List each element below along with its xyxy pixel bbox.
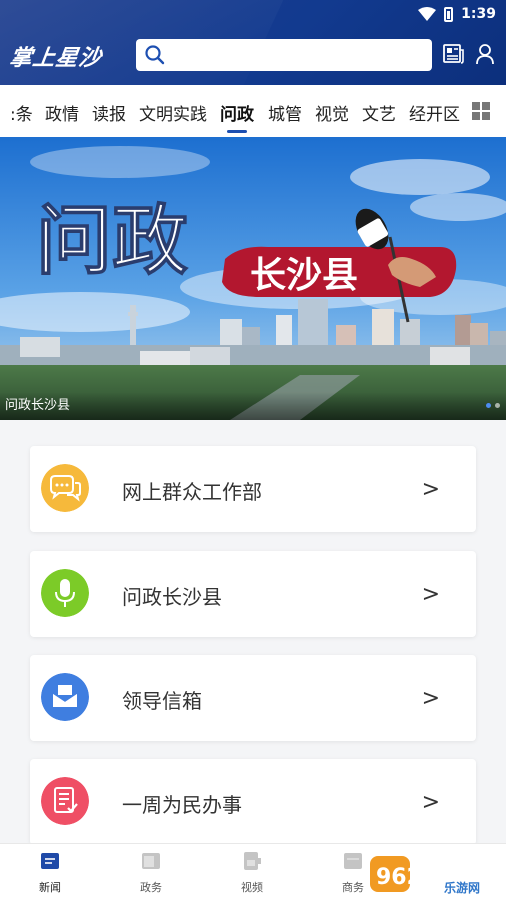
tab-dubao[interactable]: 读报 bbox=[92, 100, 126, 125]
grid-menu-icon[interactable] bbox=[472, 102, 490, 120]
video-icon bbox=[244, 852, 261, 870]
battery-icon bbox=[444, 6, 454, 22]
folder-icon bbox=[142, 853, 160, 869]
tab-toutiao[interactable]: :条 bbox=[10, 100, 33, 125]
card-label: 一周为民办事 bbox=[122, 793, 242, 817]
status-bar: 1:39 bbox=[418, 4, 496, 24]
shop-icon bbox=[344, 853, 362, 869]
banner-image: 问政 长沙县 bbox=[0, 137, 506, 420]
tab-wenming-shijian[interactable]: 文明实践 bbox=[139, 100, 207, 125]
tab-wenyi[interactable]: 文艺 bbox=[362, 100, 396, 125]
banner-title-main: 问政 bbox=[36, 196, 188, 285]
card-label: 网上群众工作部 bbox=[122, 480, 262, 504]
chevron-right-icon: > bbox=[421, 686, 440, 711]
tab-wenzheng[interactable]: 问政 bbox=[220, 100, 254, 125]
card-wenzheng-changsha[interactable]: 问政长沙县 > bbox=[30, 551, 476, 637]
tab-chengguan[interactable]: 城管 bbox=[268, 100, 302, 125]
app-screen: 1:39 掌上星沙 :条 政情 读报 文明实践 问政 城管 视觉 文艺 经开区 … bbox=[0, 0, 506, 899]
active-tab-indicator bbox=[227, 130, 247, 133]
nav-item-video[interactable]: 视频 bbox=[227, 851, 277, 895]
banner-title-sub: 长沙县 bbox=[250, 255, 358, 296]
document-check-icon bbox=[41, 777, 89, 825]
app-header: 1:39 掌上星沙 bbox=[0, 0, 506, 85]
status-time: 1:39 bbox=[461, 6, 496, 22]
tab-zhengqing[interactable]: 政情 bbox=[45, 100, 79, 125]
microphone-icon bbox=[41, 569, 89, 617]
nav-item-news[interactable]: 新闻 bbox=[25, 851, 75, 895]
tab-jingkaiqu[interactable]: 经开区 bbox=[409, 100, 460, 125]
news-icon bbox=[41, 853, 59, 869]
newspaper-icon[interactable] bbox=[441, 42, 465, 66]
carousel-dots bbox=[486, 403, 500, 408]
search-icon bbox=[145, 45, 165, 65]
card-leader-mailbox[interactable]: 领导信箱 > bbox=[30, 655, 476, 741]
card-weekly-service[interactable]: 一周为民办事 > bbox=[30, 759, 476, 845]
card-online-mass-work[interactable]: 网上群众工作部 > bbox=[30, 446, 476, 532]
watermark-logo: 962.NET 乐游网 bbox=[370, 856, 480, 895]
nav-label: 政务 bbox=[140, 881, 162, 894]
nav-item-government[interactable]: 政务 bbox=[126, 851, 176, 895]
watermark-sub: 乐游网 bbox=[444, 880, 480, 895]
nav-label: 视频 bbox=[241, 881, 263, 894]
chevron-right-icon: > bbox=[421, 477, 440, 502]
tab-shijue[interactable]: 视觉 bbox=[315, 100, 349, 125]
carousel-dot[interactable] bbox=[495, 403, 500, 408]
chevron-right-icon: > bbox=[421, 790, 440, 815]
app-logo: 掌上星沙 bbox=[7, 46, 104, 71]
banner-carousel[interactable]: 问政 长沙县 问政长沙县 bbox=[0, 137, 506, 420]
search-input[interactable] bbox=[136, 39, 432, 71]
wifi-icon bbox=[418, 7, 437, 21]
nav-label: 新闻 bbox=[39, 881, 61, 894]
carousel-dot-active[interactable] bbox=[486, 403, 491, 408]
mailbox-icon bbox=[41, 673, 89, 721]
chat-bubbles-icon bbox=[41, 464, 89, 512]
user-icon[interactable] bbox=[473, 42, 497, 66]
chevron-right-icon: > bbox=[421, 582, 440, 607]
card-label: 问政长沙县 bbox=[122, 585, 222, 609]
banner-caption: 问政长沙县 bbox=[5, 398, 71, 413]
channel-tabs: :条 政情 读报 文明实践 问政 城管 视觉 文艺 经开区 bbox=[0, 85, 506, 137]
banner-caption-bar bbox=[0, 392, 506, 420]
card-label: 领导信箱 bbox=[122, 689, 202, 713]
